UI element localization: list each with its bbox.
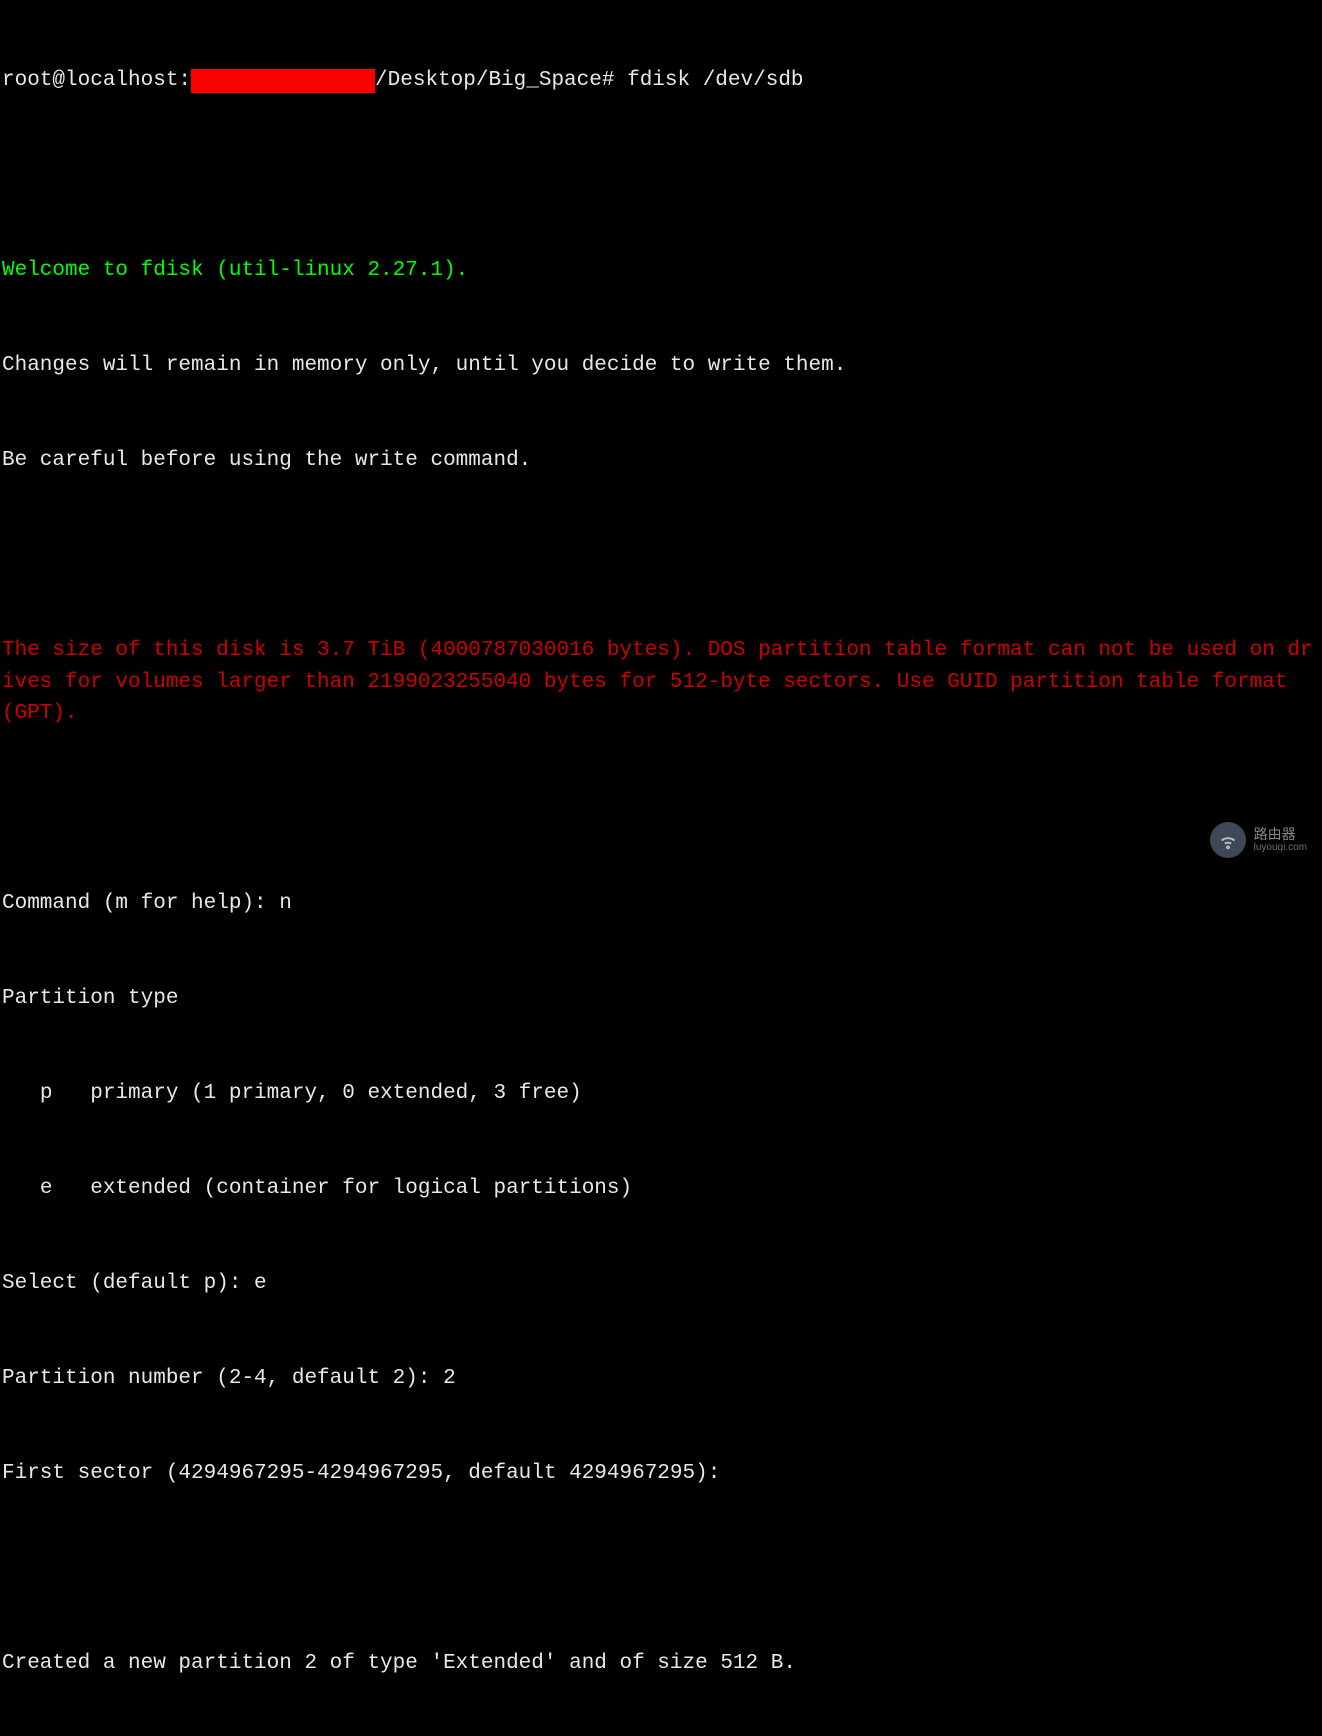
- watermark-title: 路由器: [1254, 827, 1307, 842]
- created-message: Created a new partition 2 of type 'Exten…: [2, 1648, 1320, 1680]
- terminal-output[interactable]: root@localhost: /Desktop/Big_Space# fdisk…: [2, 2, 1320, 1736]
- command-prompt-1: Command (m for help): n: [2, 888, 1320, 920]
- command-input: fdisk /dev/sdb: [614, 65, 803, 97]
- extended-option: e extended (container for logical partit…: [2, 1173, 1320, 1205]
- careful-warning: Be careful before using the write comman…: [2, 445, 1320, 477]
- router-icon: [1210, 822, 1246, 858]
- watermark: 路由器 luyouqi.com: [1210, 822, 1307, 858]
- first-sector-prompt: First sector (4294967295-4294967295, def…: [2, 1458, 1320, 1490]
- shell-prompt-line: root@localhost: /Desktop/Big_Space# fdisk…: [2, 65, 1320, 97]
- partition-num-text: Partition number (2-4, default 2):: [2, 1367, 443, 1390]
- select-prompt: Select (default p): e: [2, 1268, 1320, 1300]
- cmd-prompt-text: Command (m for help):: [2, 892, 279, 915]
- select-prompt-text: Select (default p):: [2, 1272, 254, 1295]
- redacted-block: [191, 69, 375, 93]
- blank-line: [2, 793, 1320, 825]
- cmd-input: n: [279, 892, 292, 915]
- blank-line: [2, 160, 1320, 192]
- disk-size-warning: The size of this disk is 3.7 TiB (400078…: [2, 635, 1320, 730]
- watermark-subtitle: luyouqi.com: [1254, 842, 1307, 853]
- partition-num-input: 2: [443, 1367, 456, 1390]
- select-input: e: [254, 1272, 267, 1295]
- watermark-text: 路由器 luyouqi.com: [1254, 827, 1307, 853]
- memory-warning: Changes will remain in memory only, unti…: [2, 350, 1320, 382]
- prompt-path: /Desktop/Big_Space#: [375, 65, 614, 97]
- partition-type-header: Partition type: [2, 983, 1320, 1015]
- primary-option: p primary (1 primary, 0 extended, 3 free…: [2, 1078, 1320, 1110]
- blank-line: [2, 540, 1320, 572]
- prompt-user-host: root@localhost:: [2, 65, 191, 97]
- welcome-message: Welcome to fdisk (util-linux 2.27.1).: [2, 255, 1320, 287]
- partition-number-prompt: Partition number (2-4, default 2): 2: [2, 1363, 1320, 1395]
- blank-line: [2, 1553, 1320, 1585]
